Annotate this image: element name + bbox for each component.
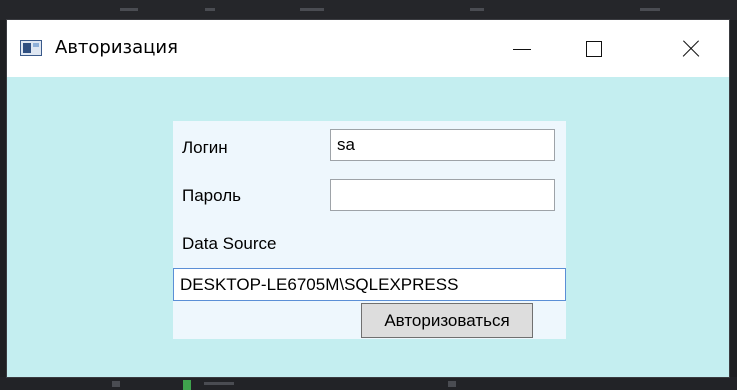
login-input[interactable] <box>330 129 555 161</box>
authorize-button[interactable]: Авторизоваться <box>361 303 533 338</box>
background-mark <box>112 381 120 387</box>
close-button[interactable] <box>653 20 729 77</box>
background-mark <box>183 380 191 390</box>
background-mark <box>448 381 456 387</box>
login-form: Логин Пароль Data Source Авторизоваться <box>173 121 566 339</box>
background-mark <box>300 8 324 11</box>
background-mark <box>470 8 484 11</box>
background-mark <box>120 8 138 11</box>
close-icon <box>682 40 700 58</box>
background-desktop-top <box>0 0 737 20</box>
background-mark <box>204 382 234 385</box>
data-source-label: Data Source <box>182 234 277 253</box>
background-mark <box>640 8 660 11</box>
minimize-button[interactable] <box>486 20 558 77</box>
app-window-icon <box>20 40 42 56</box>
password-label: Пароль <box>182 186 241 205</box>
maximize-button[interactable] <box>558 20 630 77</box>
password-input[interactable] <box>330 179 555 211</box>
maximize-icon <box>586 40 602 57</box>
background-mark <box>205 8 215 11</box>
window-title: Авторизация <box>55 37 178 58</box>
background-desktop-bottom <box>0 377 737 390</box>
minimize-icon <box>513 49 531 50</box>
title-bar[interactable]: Авторизация <box>7 20 729 77</box>
data-source-input[interactable] <box>173 268 566 301</box>
login-label: Логин <box>182 138 228 157</box>
auth-window: Авторизация Логин Пароль Data Source Авт… <box>7 20 729 377</box>
